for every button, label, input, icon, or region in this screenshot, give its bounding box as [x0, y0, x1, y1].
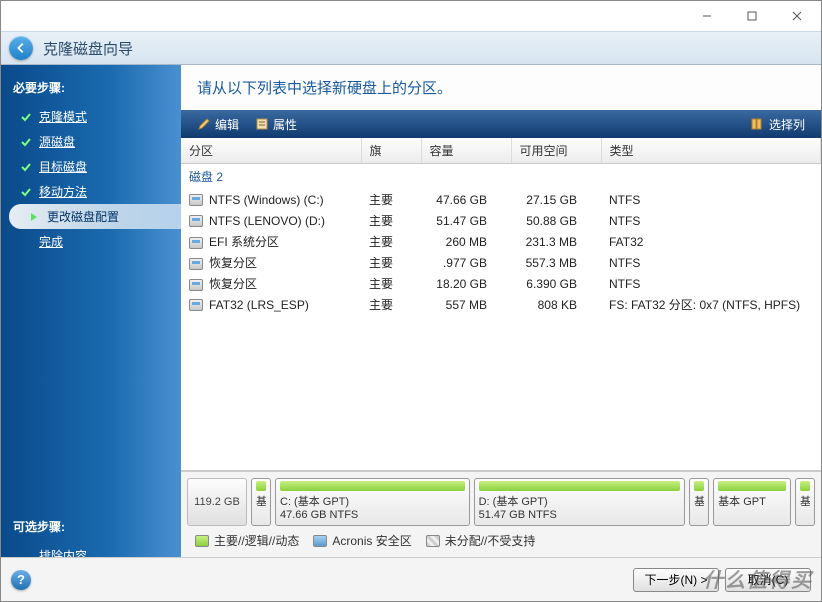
step-label: 源磁盘: [39, 133, 75, 150]
map-part[interactable]: 基本 GPT: [713, 478, 791, 526]
disk-map-parts: 基... C: (基本 GPT)47.66 GB NTFS D: (基本 GPT…: [251, 478, 815, 526]
step-label: 克隆模式: [39, 108, 87, 125]
swatch-icon: [426, 535, 440, 547]
properties-icon: [255, 117, 269, 131]
step-move-method[interactable]: 移动方法: [1, 179, 181, 204]
instruction-text: 请从以下列表中选择新硬盘上的分区。: [181, 65, 821, 110]
map-part[interactable]: 基...: [689, 478, 709, 526]
col-free[interactable]: 可用空间: [511, 138, 601, 164]
table-row[interactable]: FAT32 (LRS_ESP)主要557 MB808 KBFS: FAT32 分…: [181, 294, 821, 315]
step-label: 更改磁盘配置: [47, 208, 119, 225]
next-button[interactable]: 下一步(N) >: [633, 568, 719, 592]
map-part[interactable]: 基...: [795, 478, 815, 526]
legend: 主要//逻辑//动态 Acronis 安全区 未分配//不受支持: [187, 526, 815, 551]
back-button[interactable]: [9, 36, 33, 60]
optional-heading: 可选步骤:: [1, 514, 181, 543]
sidebar: 必要步骤: 克隆模式 源磁盘 目标磁盘 移动方法 更改磁盘配置 完成 可选步骤:…: [1, 65, 181, 557]
col-flags[interactable]: 旗: [361, 138, 421, 164]
step-source-disk[interactable]: 源磁盘: [1, 129, 181, 154]
body: 必要步骤: 克隆模式 源磁盘 目标磁盘 移动方法 更改磁盘配置 完成 可选步骤:…: [1, 65, 821, 557]
blank-icon: [19, 235, 33, 249]
bar-icon: [800, 481, 810, 491]
swatch-icon: [313, 535, 327, 547]
partition-table[interactable]: 分区 旗 容量 可用空间 类型 磁盘 2 NTFS (Windows) (C:)…: [181, 138, 821, 471]
window-title: 克隆磁盘向导: [43, 38, 133, 59]
col-type[interactable]: 类型: [601, 138, 821, 164]
check-icon: [19, 110, 33, 124]
bar-icon: [280, 481, 465, 491]
step-label: 完成: [39, 233, 63, 250]
close-button[interactable]: [774, 2, 819, 30]
step-finish[interactable]: 完成: [1, 229, 181, 254]
legend-acronis: Acronis 安全区: [313, 532, 411, 549]
table-row[interactable]: 恢复分区主要18.20 GB6.390 GBNTFS: [181, 273, 821, 294]
choose-columns-label: 选择列: [769, 116, 805, 133]
partition-icon: [189, 194, 203, 206]
check-icon: [19, 185, 33, 199]
edit-label: 编辑: [215, 116, 239, 133]
col-partition[interactable]: 分区: [181, 138, 361, 164]
arrow-right-icon: [27, 210, 41, 224]
wizard-window: 克隆磁盘向导 必要步骤: 克隆模式 源磁盘 目标磁盘 移动方法 更改磁盘配置 完…: [0, 0, 822, 602]
step-label: 移动方法: [39, 183, 87, 200]
map-part[interactable]: D: (基本 GPT)51.47 GB NTFS: [474, 478, 686, 526]
bar-icon: [718, 481, 786, 491]
main-panel: 请从以下列表中选择新硬盘上的分区。 编辑 属性 选择列 分区 旗 容量 可用空间…: [181, 65, 821, 557]
step-clone-mode[interactable]: 克隆模式: [1, 104, 181, 129]
disk-map: 119.2 GB 基... C: (基本 GPT)47.66 GB NTFS D…: [181, 471, 821, 557]
legend-unallocated: 未分配//不受支持: [426, 532, 536, 549]
edit-button[interactable]: 编辑: [189, 114, 247, 135]
partition-icon: [189, 237, 203, 249]
check-icon: [19, 135, 33, 149]
minimize-button[interactable]: [684, 2, 729, 30]
choose-columns-button[interactable]: 选择列: [743, 114, 813, 135]
map-part[interactable]: C: (基本 GPT)47.66 GB NTFS: [275, 478, 470, 526]
legend-primary: 主要//逻辑//动态: [195, 532, 299, 549]
col-capacity[interactable]: 容量: [421, 138, 511, 164]
table-row[interactable]: 恢复分区主要.977 GB557.3 MBNTFS: [181, 252, 821, 273]
table-row[interactable]: EFI 系统分区主要260 MB231.3 MBFAT32: [181, 231, 821, 252]
table-row[interactable]: NTFS (LENOVO) (D:)主要51.47 GB50.88 GBNTFS: [181, 210, 821, 231]
disk-total: 119.2 GB: [187, 478, 247, 526]
header-bar: 克隆磁盘向导: [1, 31, 821, 65]
step-change-layout[interactable]: 更改磁盘配置: [9, 204, 181, 229]
partition-icon: [189, 299, 203, 311]
help-button[interactable]: ?: [11, 570, 31, 590]
footer: ? 下一步(N) > 取消(C): [1, 557, 821, 601]
disk-label: 磁盘 2: [181, 164, 821, 190]
step-target-disk[interactable]: 目标磁盘: [1, 154, 181, 179]
pencil-icon: [197, 117, 211, 131]
required-heading: 必要步骤:: [1, 75, 181, 104]
bar-icon: [479, 481, 681, 491]
check-icon: [19, 160, 33, 174]
partition-icon: [189, 215, 203, 227]
titlebar: [1, 1, 821, 31]
step-label: 目标磁盘: [39, 158, 87, 175]
maximize-button[interactable]: [729, 2, 774, 30]
columns-icon: [751, 117, 765, 131]
properties-button[interactable]: 属性: [247, 114, 305, 135]
cancel-button[interactable]: 取消(C): [725, 568, 811, 592]
disk-group-row[interactable]: 磁盘 2: [181, 164, 821, 190]
map-part[interactable]: 基...: [251, 478, 271, 526]
properties-label: 属性: [273, 116, 297, 133]
partition-icon: [189, 279, 203, 291]
bar-icon: [256, 481, 266, 491]
partition-icon: [189, 258, 203, 270]
table-row[interactable]: NTFS (Windows) (C:)主要47.66 GB27.15 GBNTF…: [181, 189, 821, 210]
bar-icon: [694, 481, 704, 491]
swatch-icon: [195, 535, 209, 547]
toolbar: 编辑 属性 选择列: [181, 110, 821, 138]
arrow-left-icon: [14, 41, 28, 55]
